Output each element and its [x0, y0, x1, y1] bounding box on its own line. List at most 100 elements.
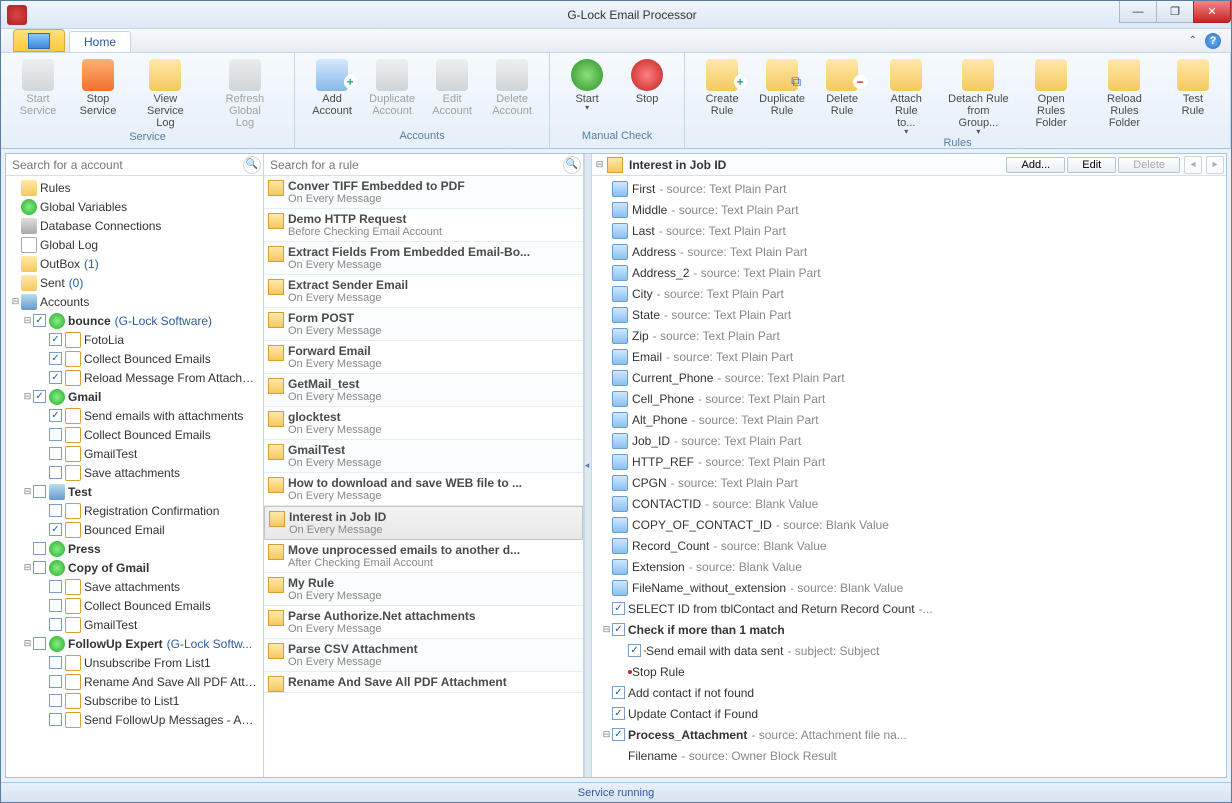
expand-icon[interactable]: ⊟	[22, 391, 33, 402]
checkbox[interactable]	[612, 623, 625, 636]
stop-service[interactable]: StopService	[71, 57, 125, 119]
checkbox[interactable]	[49, 447, 62, 460]
expand-icon[interactable]: ⊟	[22, 562, 33, 573]
checkbox[interactable]	[33, 542, 46, 555]
help-icon[interactable]: ?	[1205, 33, 1221, 49]
tree-row[interactable]: Collect Bounced Emails	[6, 425, 263, 444]
rules-list[interactable]: Conver TIFF Embedded to PDFOn Every Mess…	[264, 176, 583, 777]
action-row[interactable]: Update Contact if Found	[592, 703, 1226, 724]
field-row[interactable]: City - source: Text Plain Part	[592, 283, 1226, 304]
field-row[interactable]: COPY_OF_CONTACT_ID - source: Blank Value	[592, 514, 1226, 535]
checkbox[interactable]	[49, 333, 62, 346]
checkbox[interactable]	[49, 694, 62, 707]
checkbox[interactable]	[33, 485, 46, 498]
rule-item[interactable]: GetMail_testOn Every Message	[264, 374, 583, 407]
tree-row[interactable]: Collect Bounced Emails	[6, 596, 263, 615]
tree-row[interactable]: Global Log	[6, 235, 263, 254]
search-account-input[interactable]	[6, 156, 243, 174]
checkbox[interactable]	[49, 713, 62, 726]
checkbox[interactable]	[628, 644, 641, 657]
checkbox[interactable]	[33, 314, 46, 327]
delete-rule[interactable]: DeleteRule	[815, 57, 869, 119]
tree-row[interactable]: Sent (0)	[6, 273, 263, 292]
expand-toggle-icon[interactable]: ⊟	[594, 159, 605, 170]
rule-item[interactable]: GmailTestOn Every Message	[264, 440, 583, 473]
tree-row[interactable]: Send FollowUp Messages - AFTEI	[6, 710, 263, 729]
expand-icon[interactable]: ⊟	[601, 624, 612, 635]
checkbox[interactable]	[612, 686, 625, 699]
tree-row[interactable]: Save attachments	[6, 463, 263, 482]
checkbox[interactable]	[33, 637, 46, 650]
close-button[interactable]: ✕	[1193, 1, 1231, 23]
tree-row[interactable]: Save attachments	[6, 577, 263, 596]
field-row[interactable]: Zip - source: Text Plain Part	[592, 325, 1226, 346]
field-row[interactable]: Alt_Phone - source: Text Plain Part	[592, 409, 1226, 430]
open-rules-folder[interactable]: Open RulesFolder	[1019, 57, 1083, 131]
field-row[interactable]: CONTACTID - source: Blank Value	[592, 493, 1226, 514]
checkbox[interactable]	[33, 561, 46, 574]
rule-item[interactable]: Parse Authorize.Net attachmentsOn Every …	[264, 606, 583, 639]
expand-icon[interactable]: ⊟	[22, 638, 33, 649]
tree-row[interactable]: ⊟bounce(G-Lock Software)	[6, 311, 263, 330]
checkbox[interactable]	[49, 466, 62, 479]
tree-row[interactable]: Database Connections	[6, 216, 263, 235]
tree-row[interactable]: Collect Bounced Emails	[6, 349, 263, 368]
field-row[interactable]: HTTP_REF - source: Text Plain Part	[592, 451, 1226, 472]
checkbox[interactable]	[49, 523, 62, 536]
field-row[interactable]: Current_Phone - source: Text Plain Part	[592, 367, 1226, 388]
duplicate-rule[interactable]: DuplicateRule	[755, 57, 809, 119]
action-row[interactable]: ⊟Process_Attachment - source: Attachment…	[592, 724, 1226, 745]
add-button[interactable]: Add...	[1006, 157, 1065, 173]
tree-row[interactable]: FotoLia	[6, 330, 263, 349]
accounts-tree[interactable]: RulesGlobal VariablesDatabase Connection…	[6, 176, 263, 777]
tree-row[interactable]: Subscribe to List1	[6, 691, 263, 710]
tree-row[interactable]: ⊟Accounts	[6, 292, 263, 311]
attach-rule[interactable]: Attach Ruleto...▾	[875, 57, 937, 137]
checkbox[interactable]	[49, 656, 62, 669]
rule-item[interactable]: Move unprocessed emails to another d...A…	[264, 540, 583, 573]
rule-item[interactable]: Demo HTTP RequestBefore Checking Email A…	[264, 209, 583, 242]
edit-button[interactable]: Edit	[1067, 157, 1116, 173]
tree-row[interactable]: Press	[6, 539, 263, 558]
field-row[interactable]: State - source: Text Plain Part	[592, 304, 1226, 325]
collapse-ribbon-icon[interactable]: ⌃	[1189, 35, 1197, 46]
create-rule[interactable]: CreateRule	[695, 57, 749, 119]
checkbox[interactable]	[49, 504, 62, 517]
field-row[interactable]: Address - source: Text Plain Part	[592, 241, 1226, 262]
rule-item[interactable]: Extract Sender EmailOn Every Message	[264, 275, 583, 308]
maximize-button[interactable]: ❐	[1156, 1, 1194, 23]
action-row[interactable]: Filename - source: Owner Block Result	[592, 745, 1226, 766]
tree-row[interactable]: Rules	[6, 178, 263, 197]
rule-item[interactable]: glocktestOn Every Message	[264, 407, 583, 440]
field-row[interactable]: Email - source: Text Plain Part	[592, 346, 1226, 367]
checkbox[interactable]	[612, 707, 625, 720]
rule-item[interactable]: Extract Fields From Embedded Email-Bo...…	[264, 242, 583, 275]
tree-row[interactable]: ⊟FollowUp Expert(G-Lock Softw...	[6, 634, 263, 653]
action-row[interactable]: Stop Rule	[592, 661, 1226, 682]
field-row[interactable]: Record_Count - source: Blank Value	[592, 535, 1226, 556]
rule-item[interactable]: Interest in Job IDOn Every Message	[264, 506, 583, 540]
search-rule-input[interactable]	[264, 156, 563, 174]
expand-icon[interactable]: ⊟	[10, 296, 21, 307]
test-rule[interactable]: TestRule	[1166, 57, 1220, 119]
expand-icon[interactable]: ⊟	[22, 315, 33, 326]
tree-row[interactable]: Send emails with attachments	[6, 406, 263, 425]
checkbox[interactable]	[49, 675, 62, 688]
checkbox[interactable]	[49, 428, 62, 441]
splitter[interactable]: ◂	[584, 154, 592, 777]
rule-item[interactable]: Form POSTOn Every Message	[264, 308, 583, 341]
tree-row[interactable]: ⊟Copy of Gmail	[6, 558, 263, 577]
field-row[interactable]: Cell_Phone - source: Text Plain Part	[592, 388, 1226, 409]
field-row[interactable]: Address_2 - source: Text Plain Part	[592, 262, 1226, 283]
field-row[interactable]: Extension - source: Blank Value	[592, 556, 1226, 577]
rule-item[interactable]: Parse CSV AttachmentOn Every Message	[264, 639, 583, 672]
action-row[interactable]: Add contact if not found	[592, 682, 1226, 703]
rule-item[interactable]: How to download and save WEB file to ...…	[264, 473, 583, 506]
stop-manual[interactable]: Stop	[620, 57, 674, 107]
checkbox[interactable]	[49, 409, 62, 422]
action-row[interactable]: Send email with data sent - subject: Sub…	[592, 640, 1226, 661]
rule-item[interactable]: Forward EmailOn Every Message	[264, 341, 583, 374]
checkbox[interactable]	[49, 352, 62, 365]
checkbox[interactable]	[49, 599, 62, 612]
action-row[interactable]: ⊟Check if more than 1 match	[592, 619, 1226, 640]
